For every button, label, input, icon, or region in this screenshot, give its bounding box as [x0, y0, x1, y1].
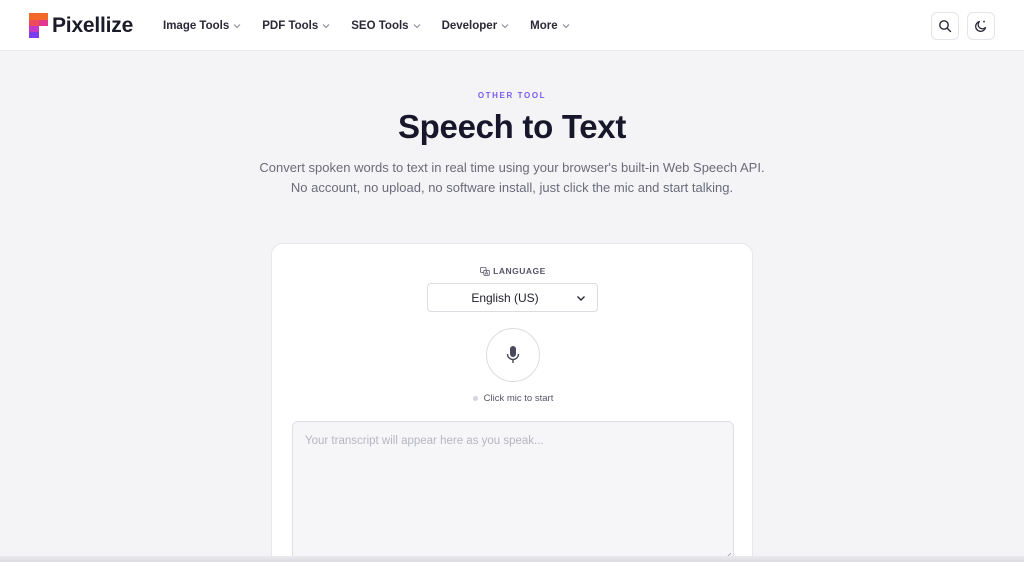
speech-tool-card: LANGUAGE English (US) Click mic to start — [271, 243, 753, 562]
brand-name: Pixellize — [52, 13, 134, 37]
nav-seo-tools[interactable]: SEO Tools — [351, 20, 420, 32]
main-nav: Image Tools PDF Tools SEO Tools Develope… — [163, 0, 591, 51]
page-title: Speech to Text — [397, 108, 627, 145]
nav-more[interactable]: More — [530, 19, 570, 32]
nav-item-label: Image Tools — [163, 19, 230, 32]
chevron-down-icon — [501, 23, 509, 28]
nav-item-label: SEO Tools — [351, 19, 409, 32]
nav-image-tools[interactable]: Image Tools — [163, 20, 241, 32]
nav-item-label: PDF Tools — [262, 19, 319, 32]
chevron-down-icon — [577, 296, 585, 301]
pixellize-logo-icon — [29, 13, 48, 38]
search-button[interactable] — [931, 12, 959, 40]
language-select[interactable]: English (US) — [427, 283, 598, 312]
nav-item-label: More — [530, 19, 558, 32]
chevron-down-icon — [413, 23, 420, 28]
nav-pdf-tools[interactable]: PDF Tools — [262, 20, 330, 32]
page-subtitle: Convert spoken words to text in real tim… — [259, 160, 765, 195]
chevron-down-icon — [233, 23, 241, 28]
viewport-bottom-edge — [0, 556, 1024, 562]
chevron-down-icon — [562, 23, 570, 28]
status-dot — [472, 396, 478, 401]
translate-icon — [480, 266, 490, 276]
top-navbar: Pixellize Image Tools PDF Tools SEO Tool… — [0, 0, 1024, 51]
nav-developer[interactable]: Developer — [442, 20, 510, 32]
moon-icon — [975, 20, 987, 32]
nav-item-label: Developer — [441, 19, 498, 32]
brand-logo[interactable]: Pixellize — [29, 13, 133, 38]
status-text: Click mic to start — [483, 393, 554, 404]
microphone-icon — [506, 346, 520, 363]
chevron-down-icon — [322, 23, 330, 28]
language-select-value: English (US) — [471, 291, 539, 305]
mic-button[interactable] — [486, 328, 540, 382]
search-icon — [939, 20, 952, 33]
recording-status: Click mic to start — [272, 393, 754, 404]
transcript-textarea[interactable] — [292, 421, 734, 562]
language-label-text: LANGUAGE — [493, 266, 546, 276]
eyebrow-label: OTHER TOOL — [477, 91, 547, 100]
theme-toggle-button[interactable] — [967, 12, 995, 40]
language-label: LANGUAGE — [272, 266, 754, 276]
